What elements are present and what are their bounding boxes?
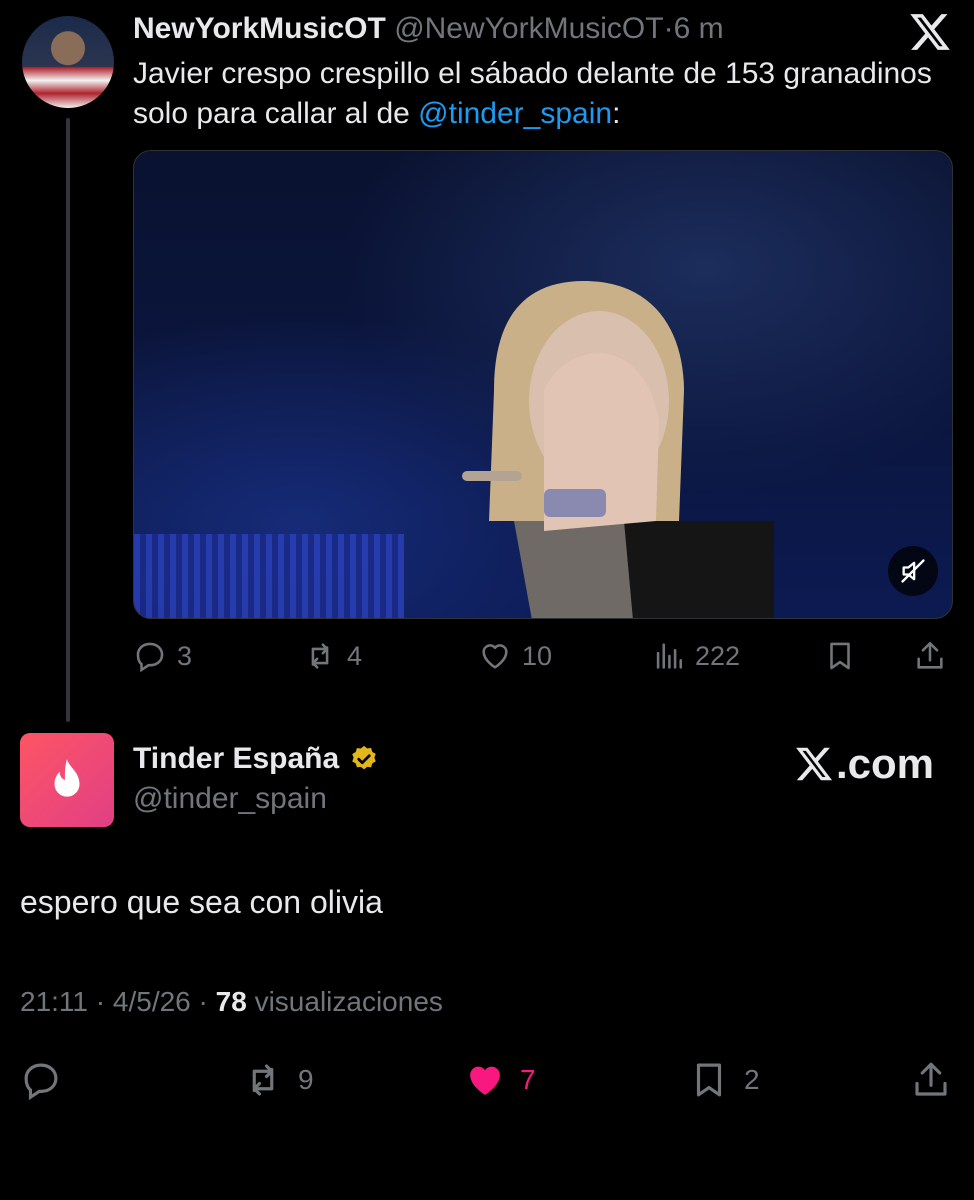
tweet2-like-button[interactable]: 7 — [464, 1058, 536, 1102]
mention-link[interactable]: @tinder_spain — [418, 97, 612, 130]
tweet1-share-button[interactable] — [913, 636, 947, 676]
verified-badge-icon — [352, 745, 376, 770]
tweet1-text: Javier crespo crespillo el sábado delant… — [133, 54, 933, 134]
bookmark-icon — [696, 1063, 722, 1097]
video-person-figure — [462, 281, 774, 618]
tweet1-like-count: 10 — [522, 640, 553, 671]
bookmark-icon — [830, 642, 850, 670]
tweet2-author-handle[interactable]: @tinder_spain — [133, 782, 327, 816]
tweet2-repost-count: 9 — [298, 1064, 314, 1095]
x-com-brand: .com — [794, 740, 934, 788]
tweet2-date[interactable]: 4/5/26 — [113, 986, 191, 1017]
tweet1-separator: · — [663, 12, 674, 45]
heart-icon — [482, 644, 508, 669]
tweet1-header: NewYorkMusicOT @NewYorkMusicOT·6 m — [133, 12, 724, 46]
repost-icon — [252, 1064, 274, 1096]
tweet1-bookmark-button[interactable] — [823, 636, 857, 676]
thread-connector-line — [66, 118, 70, 722]
tweet1-actions: 3 4 10 222 — [133, 636, 953, 676]
tinder-avatar[interactable] — [20, 733, 114, 827]
tweet2-actions: 9 7 2 — [20, 1058, 954, 1102]
tweet2-name-row: Tinder España — [133, 742, 379, 776]
tweet2-views-label: visualizaciones — [254, 986, 443, 1017]
tweet2-like-count: 7 — [520, 1064, 536, 1095]
reply-icon — [136, 642, 164, 673]
flame-icon — [54, 759, 80, 797]
tweet1-time[interactable]: 6 m — [674, 12, 724, 45]
tweet2-bookmark-button[interactable]: 2 — [688, 1058, 760, 1102]
tweet1-reply-button[interactable]: 3 — [133, 636, 192, 676]
tweet2-repost-button[interactable]: 9 — [242, 1058, 314, 1102]
tweet1-reply-count: 3 — [177, 640, 193, 671]
x-logo-icon — [796, 747, 833, 781]
tweet2-views-count: 78 — [215, 986, 247, 1017]
x-com-text: .com — [836, 740, 935, 787]
video-stage-lights — [134, 534, 404, 618]
tweet1-like-button[interactable]: 10 — [478, 636, 552, 676]
tweet1-author-name[interactable]: NewYorkMusicOT — [133, 12, 386, 45]
views-icon — [656, 643, 683, 669]
mute-button[interactable] — [888, 546, 938, 596]
newyorkmusicot-avatar[interactable] — [22, 16, 114, 108]
tweet2-text: espero que sea con olivia — [20, 884, 383, 920]
muted-speaker-icon — [901, 559, 925, 583]
tweet1-video[interactable] — [133, 150, 953, 619]
tweet1-views-button[interactable]: 222 — [651, 636, 740, 676]
tweet2-time[interactable]: 21:11 — [20, 986, 88, 1017]
tweet2-meta: 21:11 · 4/5/26 · 78 visualizaciones — [20, 986, 443, 1017]
tweet2-bookmark-count: 2 — [744, 1064, 760, 1095]
reply-icon — [24, 1063, 58, 1101]
share-icon — [917, 641, 943, 669]
x-logo-icon — [908, 10, 952, 54]
tweet1-repost-button[interactable]: 4 — [303, 636, 362, 676]
heart-filled-icon — [470, 1066, 500, 1095]
share-icon — [915, 1062, 947, 1096]
tweet2-reply-button[interactable] — [20, 1058, 62, 1102]
repost-icon — [311, 643, 329, 669]
tweet1-text-end: : — [612, 97, 621, 130]
tweet1-repost-count: 4 — [347, 640, 363, 671]
tweet1-author-handle[interactable]: @NewYorkMusicOT — [394, 12, 663, 45]
tweet2-share-button[interactable] — [910, 1058, 952, 1102]
tweet2-author-name[interactable]: Tinder España — [133, 742, 339, 776]
tweet1-views-count: 222 — [695, 640, 741, 671]
